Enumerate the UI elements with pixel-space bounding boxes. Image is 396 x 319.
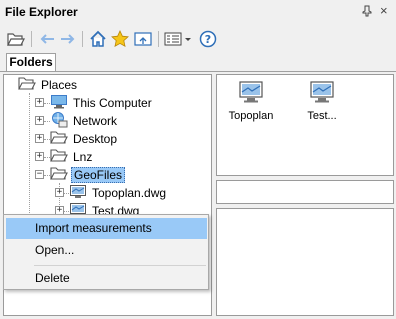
network-icon bbox=[50, 111, 68, 131]
favorites-star-icon[interactable] bbox=[110, 29, 130, 49]
expand-toggle[interactable]: + bbox=[35, 116, 44, 125]
toolbar-separator bbox=[158, 31, 159, 47]
open-folder-icon[interactable] bbox=[6, 29, 26, 49]
tree-item-label: Desktop bbox=[73, 132, 118, 146]
tree-item-geofiles[interactable]: GeoFiles bbox=[50, 166, 126, 184]
toolbar: ? bbox=[0, 26, 396, 52]
drawing-file-icon bbox=[309, 81, 335, 107]
tree-item-label: GeoFiles bbox=[71, 167, 126, 183]
open-folder-icon bbox=[50, 166, 68, 184]
tree-item-label: Lnz bbox=[73, 150, 93, 164]
svg-text:?: ? bbox=[205, 33, 211, 46]
expand-toggle[interactable]: + bbox=[55, 188, 64, 197]
context-menu: Import measurements Open... Delete bbox=[3, 214, 209, 290]
tree-item-label: Topoplan.dwg bbox=[92, 186, 167, 200]
back-arrow-icon[interactable] bbox=[37, 29, 57, 49]
folder-icon bbox=[50, 130, 68, 148]
tree-item-this-computer[interactable]: This Computer bbox=[50, 94, 154, 112]
computer-icon bbox=[50, 94, 68, 112]
tree-item-topoplan-dwg[interactable]: Topoplan.dwg bbox=[69, 184, 168, 202]
help-icon[interactable]: ? bbox=[198, 29, 218, 49]
menu-item-import-measurements[interactable]: Import measurements bbox=[6, 218, 207, 239]
drawing-file-icon bbox=[69, 184, 87, 202]
home-icon[interactable] bbox=[88, 29, 108, 49]
toolbar-separator bbox=[31, 31, 32, 47]
folder-icon bbox=[18, 76, 36, 94]
drawing-file-icon bbox=[238, 81, 264, 107]
file-name: Topoplan bbox=[228, 110, 274, 122]
file-tile-test[interactable]: Test... bbox=[292, 80, 352, 122]
menu-item-delete[interactable]: Delete bbox=[6, 268, 207, 289]
tree-item-label: This Computer bbox=[73, 96, 152, 110]
file-view[interactable]: Topoplan Test... bbox=[216, 74, 394, 176]
file-name: Test... bbox=[307, 110, 337, 122]
tree-item-places[interactable]: Places bbox=[18, 76, 79, 94]
panel-title-bar: File Explorer × bbox=[0, 0, 396, 26]
tree-item-network[interactable]: Network bbox=[50, 111, 119, 131]
tab-folders[interactable]: Folders bbox=[6, 53, 56, 72]
expand-toggle[interactable]: + bbox=[35, 134, 44, 143]
tree-item-lnz[interactable]: Lnz bbox=[50, 148, 94, 166]
preview-pane bbox=[216, 208, 394, 316]
tab-divider bbox=[0, 71, 396, 72]
menu-item-open[interactable]: Open... bbox=[6, 240, 207, 261]
expand-toggle[interactable]: + bbox=[35, 98, 44, 107]
tree-item-label: Places bbox=[41, 78, 78, 92]
pin-icon[interactable] bbox=[362, 5, 372, 20]
menu-separator bbox=[34, 265, 206, 266]
toolbar-separator bbox=[82, 31, 83, 47]
up-folder-icon[interactable] bbox=[133, 29, 153, 49]
info-pane bbox=[216, 180, 394, 204]
tab-bar: Folders bbox=[0, 52, 396, 72]
tree-connector bbox=[29, 93, 30, 227]
file-tile-topoplan[interactable]: Topoplan bbox=[221, 80, 281, 122]
forward-arrow-icon[interactable] bbox=[58, 29, 78, 49]
panel-title: File Explorer bbox=[5, 5, 78, 19]
close-icon[interactable]: × bbox=[380, 3, 388, 18]
tree-item-desktop[interactable]: Desktop bbox=[50, 130, 119, 148]
view-mode-icon[interactable] bbox=[164, 29, 194, 49]
expand-toggle[interactable]: + bbox=[35, 152, 44, 161]
collapse-toggle[interactable]: − bbox=[35, 170, 44, 179]
folder-icon bbox=[50, 148, 68, 166]
tree-item-label: Network bbox=[73, 114, 118, 128]
